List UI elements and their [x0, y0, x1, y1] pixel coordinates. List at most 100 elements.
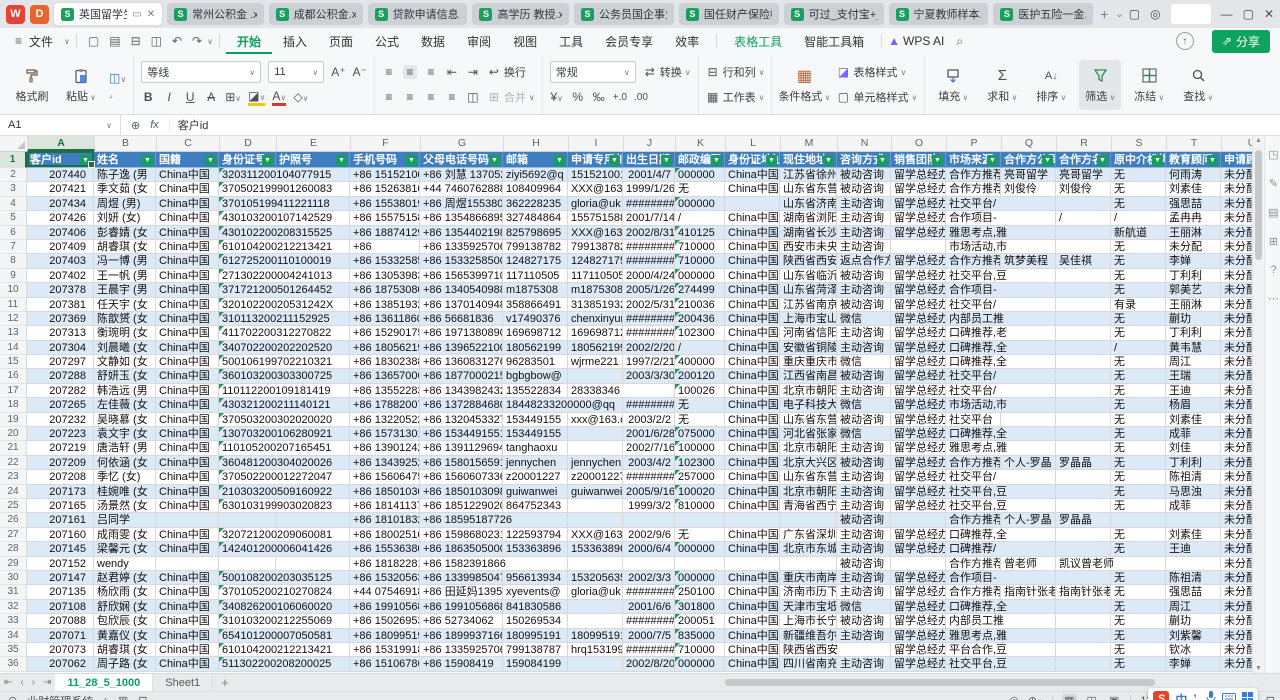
- grid-cell-T9[interactable]: 丁利利: [1166, 269, 1221, 283]
- row-header-17[interactable]: 17: [0, 384, 27, 398]
- grid-cell-I9[interactable]: 117110505: [568, 269, 623, 283]
- borders-icon[interactable]: ⊞∨: [225, 90, 241, 104]
- grid-cell-C34[interactable]: China中国: [156, 629, 219, 643]
- grid-cell-I13[interactable]: 169698712: [568, 326, 623, 340]
- row-header-11[interactable]: 11: [0, 298, 27, 312]
- grid-cell-L34[interactable]: China中国: [725, 629, 780, 643]
- grid-cell-C19[interactable]: China中国: [156, 413, 219, 427]
- share-button[interactable]: ⇗ 分享: [1212, 30, 1270, 53]
- grid-cell-F7[interactable]: +86: [350, 240, 420, 254]
- table-header-M[interactable]: 现住地址▼: [780, 152, 837, 168]
- grid-cell-G31[interactable]: +86 田延妈1395: [420, 585, 503, 599]
- grid-cell-R2[interactable]: 亮哥留学: [1056, 168, 1111, 182]
- grid-cell-S18[interactable]: 无: [1111, 398, 1166, 412]
- grid-cell-N9[interactable]: 被动咨询: [837, 269, 891, 283]
- table-header-T[interactable]: 教育顾问▼: [1166, 152, 1221, 168]
- grid-cell-O3[interactable]: 留学总经办: [891, 182, 946, 196]
- grid-cell-O33[interactable]: 留学总经办: [891, 614, 946, 628]
- grid-cell-F17[interactable]: +86 13552283: [350, 384, 420, 398]
- grid-cell-H8[interactable]: 124827175: [503, 254, 568, 268]
- grid-cell-A20[interactable]: 207223: [27, 427, 94, 441]
- row-header-35[interactable]: 35: [0, 643, 27, 657]
- grid-cell-K14[interactable]: /: [675, 341, 725, 355]
- grid-cell-M31[interactable]: 济南市历下: [780, 585, 837, 599]
- ime-keyboard-icon[interactable]: [1222, 693, 1236, 700]
- grid-cell-M22[interactable]: 北京大兴区: [780, 456, 837, 470]
- conditional-format-button[interactable]: ▦ 条件格式 ∨: [779, 60, 829, 110]
- grid-cell-C22[interactable]: China中国: [156, 456, 219, 470]
- grid-cell-C12[interactable]: China中国: [156, 312, 219, 326]
- clipboard-expand-icon[interactable]: ⌟: [109, 90, 126, 99]
- grid-cell-O13[interactable]: 留学总经办: [891, 326, 946, 340]
- filter-dropdown-icon[interactable]: ▼: [766, 155, 777, 166]
- grid-cell-S27[interactable]: 无: [1111, 528, 1166, 542]
- grid-cell-G11[interactable]: +86 1370140948: [420, 298, 503, 312]
- grid-cell-O14[interactable]: 留学总经办: [891, 341, 946, 355]
- grid-cell-K10[interactable]: 274499: [675, 283, 725, 297]
- grid-cell-J7[interactable]: ########: [623, 240, 675, 254]
- grid-cell-U22[interactable]: 未分配: [1221, 456, 1252, 470]
- tab-close-icon[interactable]: ✕: [147, 9, 155, 20]
- ime-lang-toggle[interactable]: 中: [1175, 691, 1187, 700]
- grid-cell-P12[interactable]: 内部员工推: [946, 312, 1001, 326]
- grid-cell-B21[interactable]: 唐浩轩 (男: [94, 441, 156, 455]
- grid-cell-N21[interactable]: 主动咨询: [837, 441, 891, 455]
- grid-cell-G17[interactable]: +86 1343982432: [420, 384, 503, 398]
- column-header-K[interactable]: K: [676, 136, 726, 151]
- grid-cell-B10[interactable]: 王晨宇 (男: [94, 283, 156, 297]
- grid-cell-I21[interactable]: [568, 441, 623, 455]
- grid-cell-G28[interactable]: +86 1863505000: [420, 542, 503, 556]
- grid-cell-M6[interactable]: 湖南省长沙: [780, 226, 837, 240]
- grid-cell-U31[interactable]: 未分配: [1221, 585, 1252, 599]
- grid-cell-O17[interactable]: 留学总经办: [891, 384, 946, 398]
- grid-cell-D2[interactable]: 320311200104077915: [219, 168, 276, 182]
- grid-cell-P22[interactable]: 合作方推荐: [946, 456, 1001, 470]
- grid-cell-N15[interactable]: 微信: [837, 355, 891, 369]
- grid-cell-B12[interactable]: 陈歆赟 (女: [94, 312, 156, 326]
- table-header-B[interactable]: 姓名▼: [94, 152, 156, 168]
- grid-cell-J33[interactable]: ########: [623, 614, 675, 628]
- grid-cell-K18[interactable]: 无: [675, 398, 725, 412]
- grid-cell-A8[interactable]: 207403: [27, 254, 94, 268]
- wps-logo-icon[interactable]: W: [6, 5, 25, 24]
- row-header-29[interactable]: 29: [0, 557, 27, 571]
- filter-dropdown-icon[interactable]: ▼: [205, 155, 216, 166]
- grid-cell-O29[interactable]: [891, 557, 946, 571]
- grid-cell-H25[interactable]: 864752343: [503, 499, 568, 513]
- grid-cell-U20[interactable]: 未分配: [1221, 427, 1252, 441]
- grid-cell-S14[interactable]: /: [1111, 341, 1166, 355]
- grid-cell-K26[interactable]: [675, 513, 725, 527]
- grid-cell-G30[interactable]: +86 1339985047: [420, 571, 503, 585]
- grid-cell-L7[interactable]: China中国: [725, 240, 780, 254]
- grid-cell-K24[interactable]: 100020: [675, 485, 725, 499]
- grid-cell-J16[interactable]: 2003/3/30: [623, 369, 675, 383]
- grid-cell-F24[interactable]: +86 18501030: [350, 485, 420, 499]
- grid-cell-F14[interactable]: +86 18056219: [350, 341, 420, 355]
- row-header-27[interactable]: 27: [0, 528, 27, 542]
- grid-cell-J6[interactable]: 2002/8/31: [623, 226, 675, 240]
- grid-cell-S22[interactable]: 无: [1111, 456, 1166, 470]
- grid-cell-M28[interactable]: 北京市东城: [780, 542, 837, 556]
- grid-cell-M11[interactable]: 江苏省南京: [780, 298, 837, 312]
- column-header-T[interactable]: T: [1167, 136, 1222, 151]
- grid-cell-R17[interactable]: [1056, 384, 1111, 398]
- grid-cell-J34[interactable]: 2000/7/5: [623, 629, 675, 643]
- row-header-7[interactable]: 7: [0, 240, 27, 254]
- grid-cell-C6[interactable]: China中国: [156, 226, 219, 240]
- grid-cell-R35[interactable]: [1056, 643, 1111, 657]
- grid-cell-B31[interactable]: 杨欣雨 (女: [94, 585, 156, 599]
- grid-cell-T7[interactable]: 未分配: [1166, 240, 1221, 254]
- row-header-5[interactable]: 5: [0, 211, 27, 225]
- grid-cell-Q28[interactable]: [1001, 542, 1056, 556]
- grid-cell-K3[interactable]: 无: [675, 182, 725, 196]
- grid-cell-H18[interactable]: 18448233200000@qq: [503, 398, 568, 412]
- grid-cell-Q10[interactable]: [1001, 283, 1056, 297]
- search-icon[interactable]: ⌕: [944, 34, 968, 49]
- grid-cell-L12[interactable]: China中国: [725, 312, 780, 326]
- grid-cell-S3[interactable]: 无: [1111, 182, 1166, 196]
- grid-cell-G34[interactable]: +86 1899937166: [420, 629, 503, 643]
- grid-cell-O24[interactable]: 留学总经办: [891, 485, 946, 499]
- grid-cell-F29[interactable]: +86 18182281: [350, 557, 420, 571]
- grid-cell-K17[interactable]: 100026: [675, 384, 725, 398]
- ime-punct-icon[interactable]: ’,: [1193, 692, 1200, 700]
